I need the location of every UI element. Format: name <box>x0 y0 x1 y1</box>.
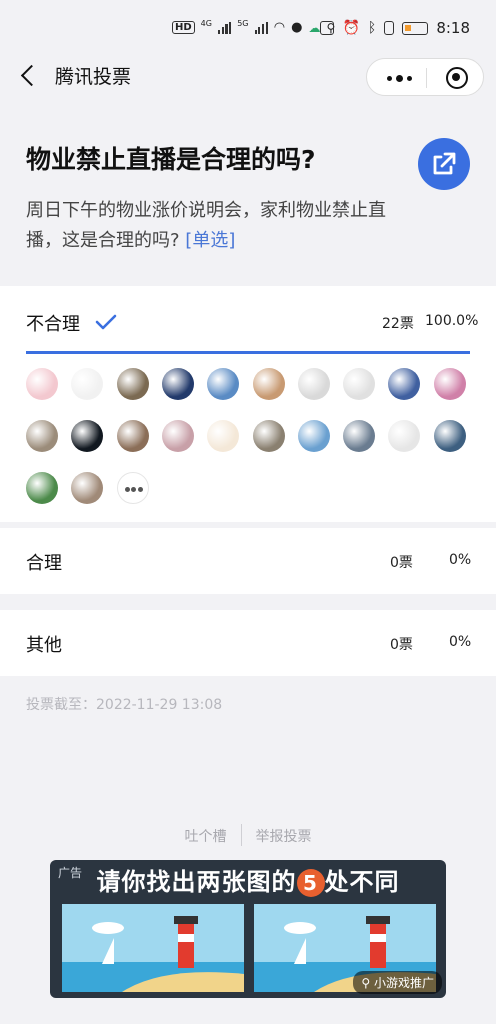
option-label: 合理 <box>26 553 62 574</box>
voter-avatar <box>207 368 240 400</box>
voter-avatar <box>161 368 194 400</box>
voter-avatar <box>116 368 149 400</box>
voter-avatar <box>26 420 58 452</box>
voter-avatar <box>26 472 58 504</box>
voter-avatar <box>297 420 330 452</box>
voter-avatar <box>252 420 285 452</box>
vote-title: 物业禁止直播是合理的吗? <box>26 145 316 174</box>
alarm-icon: ⏰ <box>342 20 360 36</box>
status-time: 8:18 <box>436 19 470 37</box>
ad-headline-number: 5 <box>296 869 325 897</box>
option-percent: 0% <box>449 634 472 650</box>
option-label: 不合理 <box>26 314 80 335</box>
option-vote-count: 0票 <box>390 637 413 653</box>
battery-icon <box>402 21 429 35</box>
share-button[interactable] <box>418 138 470 190</box>
feedback-link[interactable]: 吐个槽 <box>185 826 227 846</box>
ad-headline: 请你找出两张图的 5 处不同 <box>50 862 446 897</box>
more-menu-icon[interactable] <box>387 75 412 82</box>
nav-header: 腾讯投票 <box>0 58 496 114</box>
capsule-divider <box>426 68 427 88</box>
minigame-icon: ⚲ <box>361 976 371 990</box>
ad-promo-text: 小游戏推广 <box>373 976 434 990</box>
voter-avatar <box>252 368 285 400</box>
nfc-icon <box>320 21 335 35</box>
external-link-icon <box>433 152 456 175</box>
voter-avatar <box>343 420 376 452</box>
checkmark-icon <box>95 314 117 330</box>
bluetooth-icon: ᛒ <box>367 20 377 36</box>
back-button[interactable] <box>14 62 44 92</box>
ad-image-left <box>62 904 244 992</box>
ad-headline-text-2: 处不同 <box>324 868 400 896</box>
voter-avatar <box>343 368 376 400</box>
option-label: 其他 <box>26 635 62 656</box>
net-5g-label: 5G <box>237 19 249 28</box>
option-percent: 0% <box>449 552 472 568</box>
vote-type-tag: [单选] <box>185 230 236 251</box>
option-vote-count: 0票 <box>390 555 413 571</box>
page-title: 腾讯投票 <box>55 66 132 88</box>
voter-avatar <box>433 420 466 452</box>
ad-banner[interactable]: 广告 请你找出两张图的 5 处不同 ⚲ 小游戏推广 <box>50 860 446 998</box>
miniprogram-capsule <box>366 58 484 96</box>
vote-option-2[interactable]: 合理 0票 0% <box>0 528 496 594</box>
footer-links: 吐个槽 举报投票 <box>0 824 496 846</box>
vibrate-icon <box>384 21 395 35</box>
ad-headline-text: 请你找出两张图的 <box>96 868 297 896</box>
hd-icon: HD <box>172 21 195 34</box>
voter-avatar <box>116 420 149 452</box>
option-vote-count: 22票 <box>382 316 414 332</box>
report-link[interactable]: 举报投票 <box>256 826 312 846</box>
more-voters-icon[interactable] <box>116 472 149 504</box>
signal-icon-2 <box>254 21 268 34</box>
vote-description: 周日下午的物业涨价说明会，家利物业禁止直播，这是合理的吗? [单选] <box>26 196 406 256</box>
voter-avatar <box>207 420 240 452</box>
vote-deadline: 投票截至：2022-11-29 13:08 <box>26 697 223 713</box>
net-4g-label: 4G <box>200 19 212 28</box>
voter-avatar <box>433 368 466 400</box>
footer-divider <box>240 824 242 846</box>
cloud-icon: ☁ <box>308 20 321 35</box>
signal-icon <box>217 21 232 34</box>
option-progress-bar <box>26 351 470 354</box>
wechat-icon: ● <box>291 20 303 35</box>
status-left-icons: HD 4G 5G ◠ ● ☁ ⚲ <box>172 19 335 35</box>
ad-promo-label: ⚲ 小游戏推广 <box>353 971 442 994</box>
close-miniprogram-icon[interactable] <box>446 67 468 89</box>
status-right-icons: ⏰ ᛒ 8:18 <box>320 19 470 37</box>
voter-avatar <box>161 420 194 452</box>
option-percent: 100.0% <box>425 313 479 329</box>
vote-option-3[interactable]: 其他 0票 0% <box>0 610 496 676</box>
voter-avatar <box>297 368 330 400</box>
status-bar: HD 4G 5G ◠ ● ☁ ⚲ ⏰ ᛒ 8:18 <box>0 0 496 58</box>
voter-avatar <box>26 368 58 400</box>
wifi-icon: ◠ <box>273 20 286 35</box>
